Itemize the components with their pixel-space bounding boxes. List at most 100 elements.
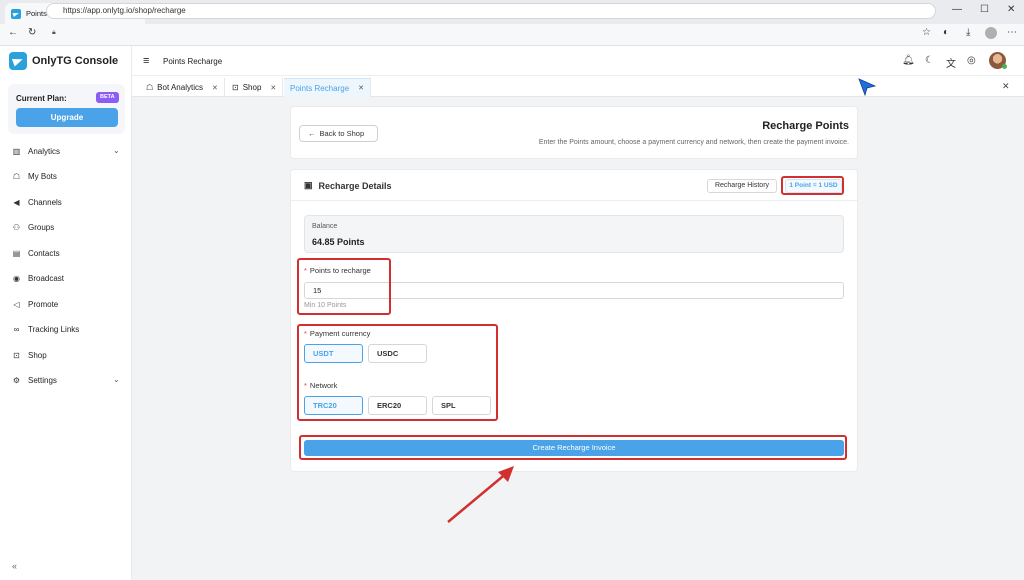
chevron-down-icon[interactable]: ⌄ <box>113 146 120 155</box>
network-label-text: Network <box>309 381 338 390</box>
sidebar-item-broadcast[interactable]: ◉ Broadcast <box>12 271 64 285</box>
sidebar-item-label: Tracking Links <box>28 324 80 334</box>
currency-field-label: * Payment currency <box>304 329 370 338</box>
users-icon: ⚇ <box>12 222 21 232</box>
url-text: https://app.onlytg.io/shop/recharge <box>63 6 186 15</box>
recharge-subtitle: Enter the Points amount, choose a paymen… <box>538 139 849 146</box>
balance-value: 64.85 Points <box>312 237 365 247</box>
network-option-spl[interactable]: SPL <box>432 396 491 415</box>
address-bar <box>0 24 1024 46</box>
more-icon[interactable]: ⋯ <box>1007 27 1017 38</box>
robot-icon: ☖ <box>12 171 21 181</box>
currency-label-text: Payment currency <box>309 329 371 338</box>
star-icon[interactable]: ☆ <box>922 27 931 38</box>
sidebar-item-channels[interactable]: ◀ Channels <box>12 195 61 209</box>
recharge-details-title: Recharge Details <box>318 180 392 191</box>
rate-badge: 1 Point = 1 USD <box>785 179 842 193</box>
sidebar-item-contacts[interactable]: ▤ Contacts <box>12 246 60 260</box>
points-label-text: Points to recharge <box>309 266 371 275</box>
network-option-trc20[interactable]: TRC20 <box>304 396 363 415</box>
required-marker: * <box>304 381 307 390</box>
shopping-bag-icon: ⊡ <box>232 83 239 92</box>
profile-icon[interactable] <box>985 27 997 39</box>
create-invoice-button[interactable]: Create Recharge Invoice <box>304 440 844 456</box>
tab-bot-analytics[interactable]: ☖ Bot Analytics ✕ <box>140 78 225 97</box>
sidebar-item-label: Groups <box>28 222 55 232</box>
sidebar-item-tracking-links[interactable]: ∞ Tracking Links <box>12 322 80 336</box>
sidebar-item-settings[interactable]: ⚙ Settings <box>12 373 57 387</box>
upgrade-button[interactable]: Upgrade <box>16 108 118 127</box>
arrow-left-icon: ← <box>308 129 316 138</box>
sidebar-item-shop[interactable]: ⊡ Shop <box>12 348 47 362</box>
collapse-sidebar-icon[interactable]: « <box>12 561 17 571</box>
tab-points-recharge[interactable]: Points Recharge ✕ <box>284 78 372 97</box>
back-icon[interactable]: ← <box>8 27 18 38</box>
sidebar-item-label: Contacts <box>28 248 60 258</box>
sidebar-item-promote[interactable]: ◁ Promote <box>12 297 58 311</box>
points-field-label: * Points to recharge <box>304 266 371 275</box>
currency-option-usdc[interactable]: USDC <box>368 344 427 363</box>
contacts-icon: ▤ <box>12 248 21 258</box>
translate-icon[interactable]: 文 <box>946 55 956 70</box>
plan-label: Current Plan: <box>16 94 67 103</box>
shopping-bag-icon: ⊡ <box>13 350 20 360</box>
window-close-icon[interactable]: ✕ <box>1007 4 1015 15</box>
recharge-title: Recharge Points <box>762 120 849 132</box>
wallet-icon: ▣ <box>304 180 313 190</box>
required-marker: * <box>304 266 307 275</box>
online-status-icon <box>1002 64 1007 69</box>
balance-box <box>304 215 844 253</box>
sidebar-item-label: Promote <box>28 299 59 309</box>
extension-icon[interactable]: ◐ <box>943 27 949 38</box>
download-icon[interactable]: ⤓ <box>966 27 970 38</box>
points-hint: Min 10 Points <box>304 302 347 309</box>
close-icon[interactable]: ✕ <box>212 84 218 92</box>
close-all-tabs-icon[interactable]: ✕ <box>1002 81 1010 92</box>
moon-icon[interactable]: ☾ <box>925 55 934 66</box>
close-icon[interactable]: ✕ <box>358 84 364 92</box>
back-button-label: Back to Shop <box>319 129 365 138</box>
sidebar-item-label: Settings <box>28 375 57 385</box>
sidebar-item-label: Shop <box>28 350 47 360</box>
lock-icon: 🔒︎ <box>52 29 56 36</box>
sidebar-item-label: Analytics <box>28 146 61 156</box>
chevron-down-icon[interactable]: ⌄ <box>113 375 120 384</box>
sidebar-item-label: Broadcast <box>28 273 65 283</box>
brand-name: OnlyTG Console <box>32 55 119 67</box>
sidebar-item-analytics[interactable]: ▥ Analytics <box>12 144 60 158</box>
tab-label: Shop <box>242 83 262 92</box>
reload-icon[interactable]: ↻ <box>28 27 36 38</box>
close-icon[interactable]: ✕ <box>270 84 276 92</box>
megaphone-icon: ◀ <box>13 197 20 207</box>
tab-label: Bot Analytics <box>157 83 203 92</box>
points-input[interactable]: 15 <box>304 282 844 299</box>
cursor-icon <box>858 78 876 96</box>
recharge-history-button[interactable]: Recharge History <box>707 179 777 193</box>
promote-icon: ◁ <box>13 299 20 309</box>
maximize-icon[interactable]: ☐ <box>980 4 989 15</box>
url-input[interactable]: https://app.onlytg.io/shop/recharge <box>46 3 936 19</box>
network-field-label: * Network <box>304 381 337 390</box>
menu-icon[interactable]: ≡ <box>143 55 149 67</box>
balance-label: Balance <box>312 223 338 230</box>
logo-icon <box>9 52 27 70</box>
bell-icon[interactable]: 🔔︎ <box>902 55 915 66</box>
back-to-shop-button[interactable]: ← Back to Shop <box>299 125 378 142</box>
bar-chart-icon: ▥ <box>12 146 21 156</box>
network-option-erc20[interactable]: ERC20 <box>368 396 427 415</box>
divider <box>291 200 857 201</box>
minimize-icon[interactable]: — <box>952 4 962 15</box>
recharge-details-header: ▣ Recharge Details <box>304 180 392 191</box>
sidebar-item-my-bots[interactable]: ☖ My Bots <box>12 169 57 183</box>
broadcast-icon: ◉ <box>13 273 20 283</box>
sidebar-item-label: My Bots <box>28 171 57 181</box>
top-header <box>132 46 1024 76</box>
robot-icon: ☖ <box>146 83 154 92</box>
tab-shop[interactable]: ⊡ Shop ✕ <box>226 78 284 97</box>
beta-badge: BETA <box>96 92 119 103</box>
tab-label: Points Recharge <box>290 83 350 93</box>
currency-option-usdt[interactable]: USDT <box>304 344 363 363</box>
palette-icon[interactable]: ◎ <box>967 55 976 66</box>
required-marker: * <box>304 329 307 338</box>
sidebar-item-groups[interactable]: ⚇ Groups <box>12 220 54 234</box>
